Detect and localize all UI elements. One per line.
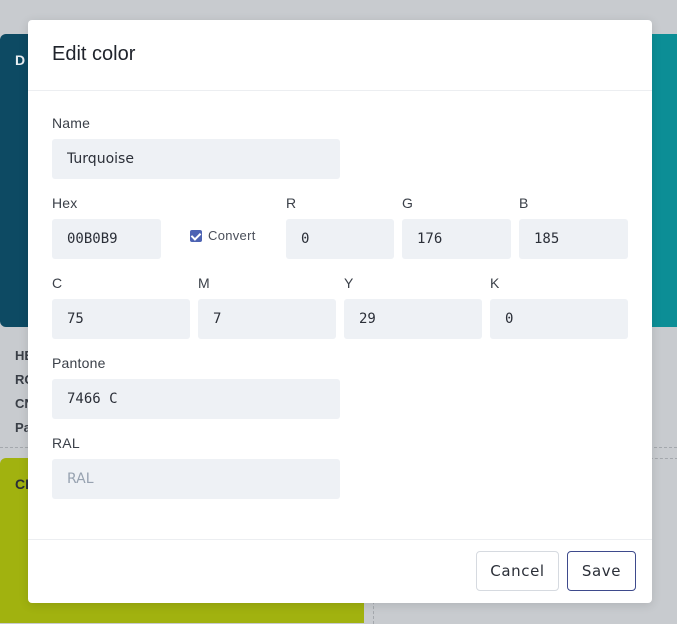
dialog-footer: Cancel Save [28,539,652,604]
dialog-header: Edit color [28,20,652,91]
ral-label: RAL [52,435,80,451]
pantone-label: Pantone [52,355,106,371]
convert-checkbox[interactable]: Convert [190,228,256,243]
edit-color-dialog: Edit color Name Hex Convert R G B C M Y … [28,20,652,603]
convert-label: Convert [208,228,256,243]
b-input[interactable] [519,219,628,259]
cancel-button[interactable]: Cancel [476,551,559,591]
c-input[interactable] [52,299,190,339]
background-card-label: D [15,52,26,68]
hex-input[interactable] [52,219,161,259]
y-input[interactable] [344,299,482,339]
dialog-title: Edit color [52,43,136,65]
y-label: Y [344,275,354,291]
ral-input[interactable] [52,459,340,499]
g-input[interactable] [402,219,511,259]
k-label: K [490,275,500,291]
name-input[interactable] [52,139,340,179]
g-label: G [402,195,414,211]
hex-label: Hex [52,195,78,211]
c-label: C [52,275,63,291]
checkbox-checked-icon[interactable] [190,229,202,242]
background-card-label: CI [15,476,29,492]
k-input[interactable] [490,299,628,339]
r-input[interactable] [286,219,394,259]
m-label: M [198,275,210,291]
name-label: Name [52,115,91,131]
save-button[interactable]: Save [567,551,636,591]
r-label: R [286,195,297,211]
b-label: B [519,195,529,211]
m-input[interactable] [198,299,336,339]
pantone-input[interactable] [52,379,340,419]
